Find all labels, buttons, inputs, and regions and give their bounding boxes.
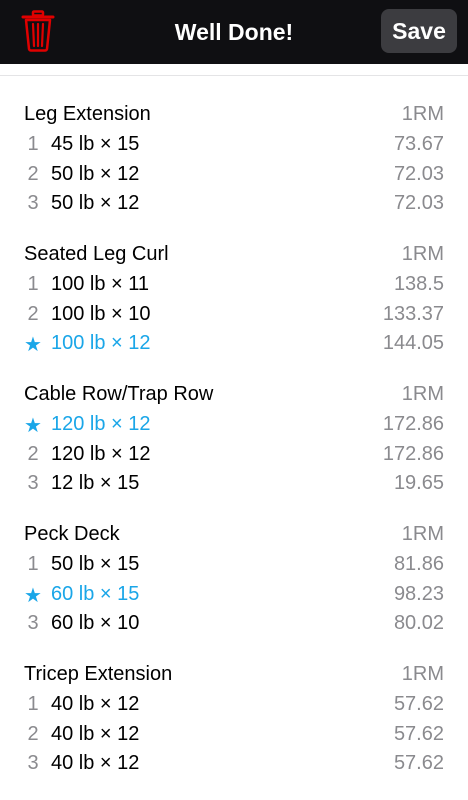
star-icon: ★ (24, 415, 42, 437)
set-weight-reps: 45 lb × 15 (51, 133, 140, 155)
set-weight-reps: 60 lb × 15 (51, 582, 140, 605)
set-row[interactable]: 2 40 lb × 12 57.62 (0, 720, 468, 750)
save-button[interactable]: Save (381, 9, 457, 53)
set-number: 2 (27, 162, 39, 185)
set-number: 3 (27, 612, 39, 634)
exercise-section: Seated Leg Curl 1RM 1 100 lb × 11 138.5 2 100 … (0, 240, 468, 380)
exercise-section: Cable Row/Trap Row 1RM ★ 120 lb × 12 172.86 2… (0, 380, 468, 520)
set-number: 1 (27, 553, 39, 575)
set-number: 2 (27, 722, 39, 745)
trash-icon[interactable] (21, 10, 55, 52)
set-1rm-value: 144.05 (382, 332, 444, 354)
set-number: 3 (27, 472, 39, 494)
exercise-header[interactable]: Leg Extension 1RM (0, 100, 468, 130)
set-number: 2 (27, 442, 39, 465)
exercise-name: Peck Deck (24, 523, 120, 545)
exercise-list: Leg Extension 1RM 1 45 lb × 15 73.67 2 50 lb ×… (0, 100, 468, 800)
set-1rm-value: 172.86 (382, 442, 444, 465)
set-1rm-value: 98.23 (393, 582, 444, 605)
exercise-name: Leg Extension (24, 103, 151, 125)
set-1rm-value: 172.86 (382, 413, 444, 435)
set-row[interactable]: 1 40 lb × 12 57.62 (0, 690, 468, 720)
column-label-1rm: 1RM (401, 243, 444, 265)
set-row[interactable]: 1 50 lb × 15 81.86 (0, 550, 468, 580)
set-number: 1 (27, 273, 39, 295)
exercise-section: Tricep Extension 1RM 1 40 lb × 12 57.62 2 40 l… (0, 660, 468, 800)
set-number: 2 (27, 302, 39, 325)
set-1rm-value: 73.67 (393, 133, 444, 155)
set-weight-reps: 100 lb × 11 (51, 273, 150, 295)
set-row[interactable]: 3 40 lb × 12 57.62 (0, 749, 468, 779)
set-1rm-value: 19.65 (393, 472, 444, 494)
set-weight-reps: 100 lb × 12 (51, 332, 151, 354)
set-1rm-value: 72.03 (393, 192, 444, 214)
set-row[interactable]: ★ 100 lb × 12 144.05 (0, 329, 468, 359)
set-row[interactable]: 1 45 lb × 15 73.67 (0, 130, 468, 160)
set-1rm-value: 57.62 (393, 752, 444, 774)
set-weight-reps: 50 lb × 12 (51, 192, 140, 214)
set-number: 1 (27, 693, 39, 715)
exercise-header[interactable]: Peck Deck 1RM (0, 520, 468, 550)
exercise-section: Peck Deck 1RM 1 50 lb × 15 81.86 ★ 60 lb × 15 9… (0, 520, 468, 660)
set-1rm-value: 72.03 (393, 162, 444, 185)
set-row[interactable]: 2 120 lb × 12 172.86 (0, 440, 468, 470)
set-row[interactable]: 2 50 lb × 12 72.03 (0, 160, 468, 190)
trash-icon-graphic (21, 10, 55, 52)
set-weight-reps: 50 lb × 12 (51, 162, 140, 185)
exercise-header[interactable]: Tricep Extension 1RM (0, 660, 468, 690)
set-weight-reps: 40 lb × 12 (51, 722, 140, 745)
set-row[interactable]: 3 12 lb × 15 19.65 (0, 469, 468, 499)
set-weight-reps: 50 lb × 15 (51, 553, 140, 575)
exercise-name: Tricep Extension (24, 663, 173, 685)
set-row[interactable]: 3 60 lb × 10 80.02 (0, 609, 468, 639)
column-label-1rm: 1RM (401, 103, 444, 125)
set-row[interactable]: ★ 120 lb × 12 172.86 (0, 410, 468, 440)
set-row[interactable]: 3 50 lb × 12 72.03 (0, 189, 468, 219)
star-icon: ★ (24, 334, 42, 356)
set-weight-reps: 120 lb × 12 (51, 442, 151, 465)
exercise-header[interactable]: Seated Leg Curl 1RM (0, 240, 468, 270)
set-weight-reps: 40 lb × 12 (51, 752, 140, 774)
set-weight-reps: 12 lb × 15 (51, 472, 140, 494)
column-label-1rm: 1RM (401, 663, 444, 685)
exercise-section: Leg Extension 1RM 1 45 lb × 15 73.67 2 50 lb ×… (0, 100, 468, 240)
exercise-name: Cable Row/Trap Row (24, 383, 214, 405)
top-bar: Well Done! Save (0, 0, 468, 64)
set-row[interactable]: ★ 60 lb × 15 98.23 (0, 580, 468, 610)
divider (0, 75, 468, 76)
set-1rm-value: 81.86 (393, 553, 444, 575)
set-1rm-value: 133.37 (382, 302, 444, 325)
column-label-1rm: 1RM (401, 523, 444, 545)
set-1rm-value: 57.62 (393, 693, 444, 715)
exercise-header[interactable]: Cable Row/Trap Row 1RM (0, 380, 468, 410)
set-row[interactable]: 1 100 lb × 11 138.5 (0, 270, 468, 300)
set-1rm-value: 138.5 (393, 273, 444, 295)
column-label-1rm: 1RM (401, 383, 444, 405)
set-row[interactable]: 2 100 lb × 10 133.37 (0, 300, 468, 330)
set-number: 3 (27, 192, 39, 214)
set-number: 3 (27, 752, 39, 774)
set-number: 1 (27, 133, 39, 155)
set-1rm-value: 80.02 (393, 612, 444, 634)
star-icon: ★ (24, 584, 42, 607)
set-weight-reps: 100 lb × 10 (51, 302, 151, 325)
set-weight-reps: 120 lb × 12 (51, 413, 151, 435)
set-weight-reps: 60 lb × 10 (51, 612, 140, 634)
set-1rm-value: 57.62 (393, 722, 444, 745)
exercise-name: Seated Leg Curl (24, 243, 169, 265)
set-weight-reps: 40 lb × 12 (51, 693, 140, 715)
